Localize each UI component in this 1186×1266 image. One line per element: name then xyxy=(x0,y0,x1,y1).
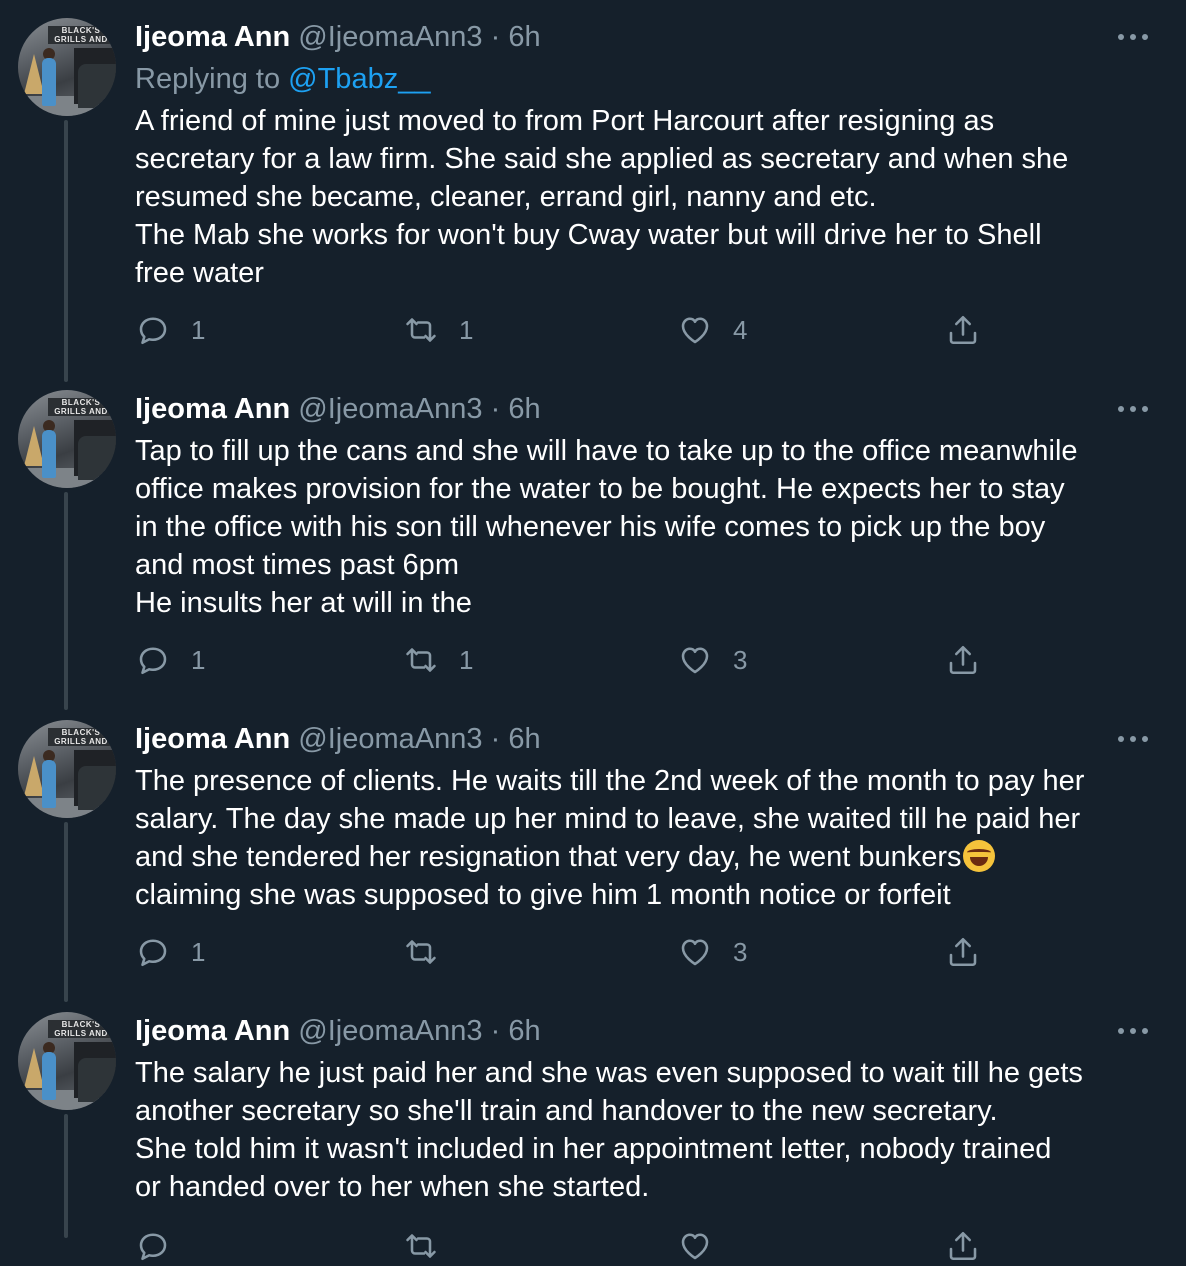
user-handle[interactable]: @IjeomaAnn3 xyxy=(298,1015,482,1047)
heart-icon xyxy=(681,1233,709,1260)
thread-line xyxy=(64,1114,68,1238)
tweet-line: another secretary so she'll train and ha… xyxy=(135,1095,998,1127)
display-name[interactable]: Ijeoma Ann xyxy=(135,1015,290,1047)
retweet-button[interactable] xyxy=(403,1226,439,1266)
timestamp[interactable]: 6h xyxy=(508,1015,540,1047)
retweet-arrows-icon xyxy=(406,1234,436,1258)
reply-button[interactable] xyxy=(135,1226,171,1266)
share-upload-icon xyxy=(949,1231,977,1261)
action-bar xyxy=(135,1226,1035,1266)
more-dots-icon[interactable] xyxy=(1116,1021,1150,1041)
tweet-line: She told him it wasn't included in her a… xyxy=(135,1133,1052,1165)
avatar-sign: BLACK'S GRILLS AND xyxy=(48,1020,114,1038)
tweet-text: The salary he just paid her and she was … xyxy=(135,1054,1165,1206)
like-button[interactable] xyxy=(677,1226,713,1266)
tweet-line: or handed over to her when she started. xyxy=(135,1171,650,1203)
tweet-line: The salary he just paid her and she was … xyxy=(135,1057,1083,1089)
tweet-header: Ijeoma Ann @IjeomaAnn3 · 6h xyxy=(135,1014,541,1048)
share-button[interactable] xyxy=(945,1226,981,1266)
avatar[interactable]: BLACK'S GRILLS AND xyxy=(18,1012,116,1110)
separator-dot: · xyxy=(490,1015,501,1047)
speech-bubble-icon xyxy=(139,1233,167,1261)
tweet-4[interactable]: BLACK'S GRILLS AND Ijeoma Ann @IjeomaAnn3… xyxy=(0,0,1186,1261)
